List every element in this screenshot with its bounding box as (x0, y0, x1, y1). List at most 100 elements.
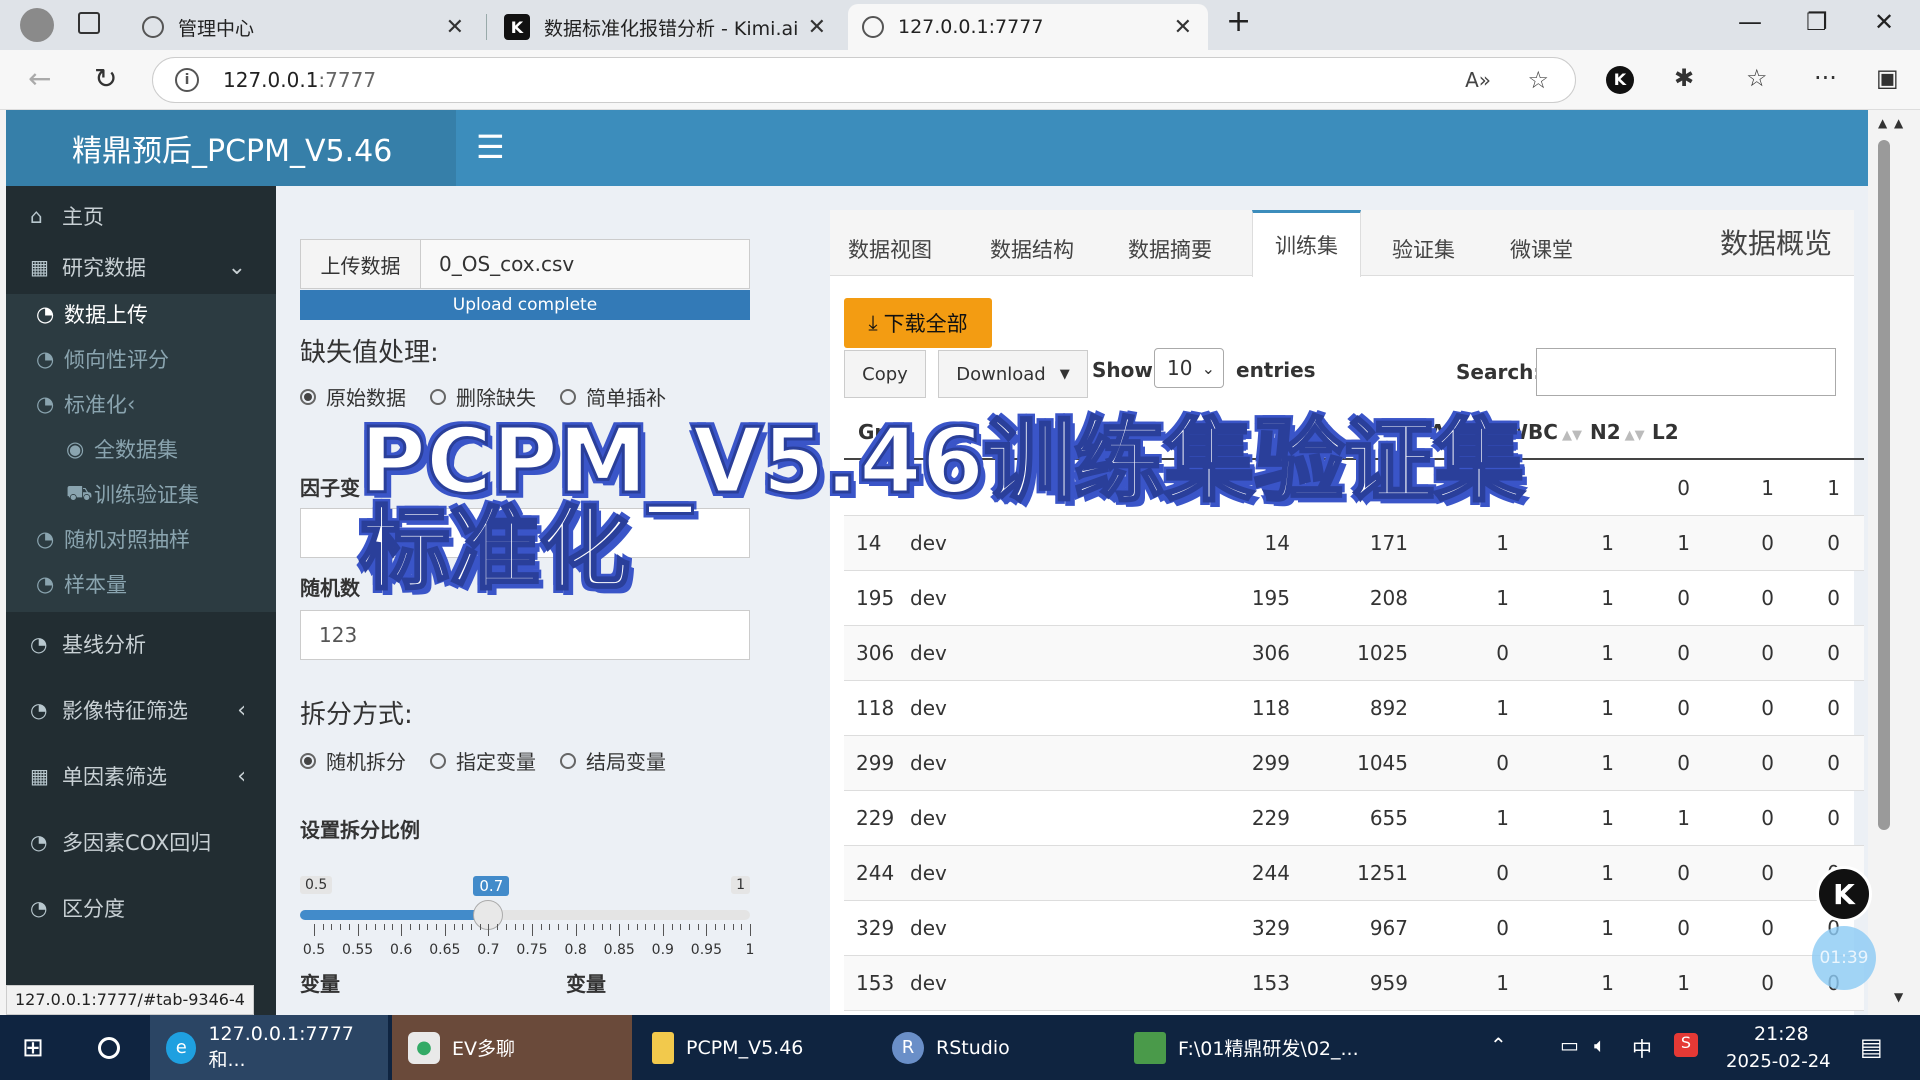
download-all-button[interactable]: ⤓ 下载全部 (844, 298, 992, 348)
minimize-button[interactable]: — (1738, 8, 1762, 36)
kimi-extension-icon[interactable]: K (1606, 66, 1634, 94)
column-header[interactable]: L2 (1652, 420, 1679, 444)
sidebar-item-home[interactable]: ⌂ 主页 (6, 196, 276, 236)
overlay-line-2: 标准化 (358, 497, 631, 602)
sidebar-item-multi-cox[interactable]: ◔ 多因素COX回归 (6, 818, 276, 866)
sidebar-item-sample-size[interactable]: ◔ 样本量 (6, 564, 276, 604)
taskbar-item-ev[interactable]: ● EV多聊 (392, 1015, 632, 1080)
sidebar-item-train-valid[interactable]: ⛟ 训练验证集 (6, 474, 276, 514)
table-cell: 229 (1251, 806, 1290, 830)
sidebar-item-image-features[interactable]: ◔ 影像特征筛选 ‹ (6, 686, 276, 734)
reload-button[interactable]: ↻ (94, 62, 117, 95)
scrollbar-thumb[interactable] (1878, 140, 1890, 830)
tab-data-summary[interactable]: 数据摘要 (1128, 222, 1212, 276)
tab-validation-set[interactable]: 验证集 (1392, 222, 1455, 276)
kimi-float-button[interactable]: K (1816, 866, 1872, 922)
entries-select[interactable]: 10 ⌄ (1154, 348, 1224, 388)
radio-raw[interactable]: 原始数据 (300, 382, 406, 411)
file-upload[interactable]: 上传数据 0_OS_cox.csv (300, 239, 750, 289)
table-row[interactable]: 299 dev 299 1045 0 1 0 0 0 (844, 736, 1864, 791)
close-icon[interactable]: ✕ (446, 15, 464, 40)
tab-data-view[interactable]: 数据视图 (848, 222, 932, 276)
menu-toggle-icon[interactable]: ☰ (476, 128, 505, 166)
slider-minor-tick (636, 924, 638, 930)
upload-button[interactable]: 上传数据 (301, 240, 421, 288)
read-aloud-icon[interactable]: A» (1465, 68, 1491, 92)
sidebar-item-standardize[interactable]: ◔ 标准化 ‹ (6, 384, 276, 424)
favorite-star-icon[interactable]: ☆ (1527, 66, 1549, 94)
sidebar-item-data-upload[interactable]: ◔ 数据上传 (6, 294, 276, 334)
sidebar-item-baseline[interactable]: ◔ 基线分析 (6, 620, 276, 668)
sidebar-submenu: ◔ 数据上传 ◔ 倾向性评分 ◔ 标准化 ‹ ◉ 全数据集 ⛟ 训练验证集 ◔ 随机对照抽样… (6, 294, 276, 612)
table-cell: 153 (856, 971, 895, 995)
scroll-up-icon[interactable]: ▲ (1894, 116, 1903, 130)
taskbar-item-rstudio[interactable]: R RStudio (876, 1015, 1116, 1080)
table-row[interactable]: 153dev15395911100 (844, 956, 1864, 1011)
browser-tab-2[interactable]: 127.0.0.1:7777 ✕ (848, 4, 1208, 50)
restore-button[interactable]: ❐ (1806, 8, 1828, 36)
table-row[interactable]: 118 dev 118 892 1 1 0 0 0 (844, 681, 1864, 736)
favorites-icon[interactable]: ☆ (1746, 64, 1768, 92)
browser-tab-0[interactable]: 管理中心 ✕ (128, 4, 480, 50)
sidebar-item-discrimination[interactable]: ◔ 区分度 (6, 884, 276, 932)
notification-icon[interactable]: ▤ (1860, 1033, 1883, 1061)
slider-minor-tick (732, 924, 734, 930)
radio-delete[interactable]: 删除缺失 (430, 382, 536, 411)
radio-by-outcome[interactable]: 结局变量 (560, 746, 666, 775)
tab-data-structure[interactable]: 数据结构 (990, 222, 1074, 276)
copy-button[interactable]: Copy (844, 350, 926, 398)
table-cell: 1045 (1357, 751, 1408, 775)
extensions-icon[interactable]: ✱ (1674, 64, 1694, 92)
ime-indicator[interactable]: 中 (1632, 1033, 1652, 1062)
radio-random-split[interactable]: 随机拆分 (300, 746, 406, 775)
sidebar-item-research-data[interactable]: ▦ 研究数据 ⌄ (6, 240, 276, 294)
table-cell: 244 (1251, 861, 1290, 885)
info-icon[interactable]: i (175, 68, 199, 92)
tray-chevron-up-icon[interactable]: ⌃ (1490, 1033, 1507, 1057)
taskbar-item-explorer[interactable]: F:\01精鼎研发\02_... (1118, 1015, 1368, 1080)
download-button[interactable]: Download ▼ (938, 350, 1088, 398)
close-window-button[interactable]: ✕ (1874, 8, 1894, 36)
sidebar-item-rct-sampling[interactable]: ◔ 随机对照抽样 (6, 519, 276, 559)
network-icon[interactable]: ▭ (1560, 1033, 1579, 1057)
table-row[interactable]: 306 dev 306 1025 0 1 0 0 0 (844, 626, 1864, 681)
close-icon[interactable]: ✕ (1174, 15, 1192, 40)
tab-micro-class[interactable]: 微课堂 (1510, 222, 1573, 276)
column-header[interactable]: N2 ▲▼ (1590, 420, 1645, 444)
sort-icon: ▲▼ (1561, 428, 1582, 443)
url-field[interactable]: i 127.0.0.1:7777 A» ☆ (152, 57, 1576, 103)
taskbar-item-folder[interactable]: PCPM_V5.46 (636, 1015, 876, 1080)
profile-avatar[interactable] (20, 8, 54, 42)
slider-tick (401, 924, 403, 936)
browser-tab-1[interactable]: K 数据标准化报错分析 - Kimi.ai ✕ (490, 4, 842, 50)
radio-impute[interactable]: 简单插补 (560, 382, 666, 411)
more-icon[interactable]: ··· (1814, 64, 1837, 92)
table-cell: 1 (1496, 971, 1509, 995)
close-icon[interactable]: ✕ (808, 15, 826, 40)
new-tab-button[interactable]: + (1226, 4, 1251, 39)
sogou-icon[interactable]: S (1674, 1033, 1698, 1057)
table-row[interactable]: 329dev32996701000 (844, 901, 1864, 956)
tab-actions-icon[interactable] (78, 12, 100, 34)
volume-icon[interactable]: 🔈︎ (1594, 1033, 1606, 1057)
table-row[interactable]: 244dev244125101000 (844, 846, 1864, 901)
sidebar-toggle-icon[interactable]: ▣ (1876, 64, 1899, 92)
page-scrollbar[interactable]: ▲ ▲ ▼ (1874, 110, 1920, 1015)
taskbar-item-edge[interactable]: e 127.0.0.1:7777 和... (150, 1015, 388, 1080)
scroll-up-icon[interactable]: ▲ (1878, 116, 1887, 130)
radio-by-variable[interactable]: 指定变量 (430, 746, 536, 775)
table-row[interactable]: 229 dev 229 655 1 1 1 0 0 (844, 791, 1864, 846)
sidebar-item-full-dataset[interactable]: ◉ 全数据集 (6, 429, 276, 469)
start-button[interactable]: ⊞ (0, 1015, 70, 1080)
back-button[interactable]: ← (28, 62, 51, 95)
sidebar-item-label: 倾向性评分 (64, 348, 169, 372)
radio-dot (300, 388, 316, 405)
split-ratio-slider[interactable]: 0.5 1 0.7 0.5 0.55 0.6 0.65 0.7 0.75 0.8 0.85 0.… (300, 876, 754, 966)
seed-input[interactable]: 123 (300, 610, 750, 660)
scroll-down-icon[interactable]: ▼ (1894, 990, 1903, 1004)
sidebar-item-propensity[interactable]: ◔ 倾向性评分 (6, 339, 276, 379)
tab-training-set[interactable]: 训练集 (1252, 210, 1361, 277)
search-button[interactable] (82, 1015, 142, 1080)
sidebar-item-univariate[interactable]: ▦ 单因素筛选 ‹ (6, 752, 276, 800)
search-input[interactable] (1536, 348, 1836, 396)
